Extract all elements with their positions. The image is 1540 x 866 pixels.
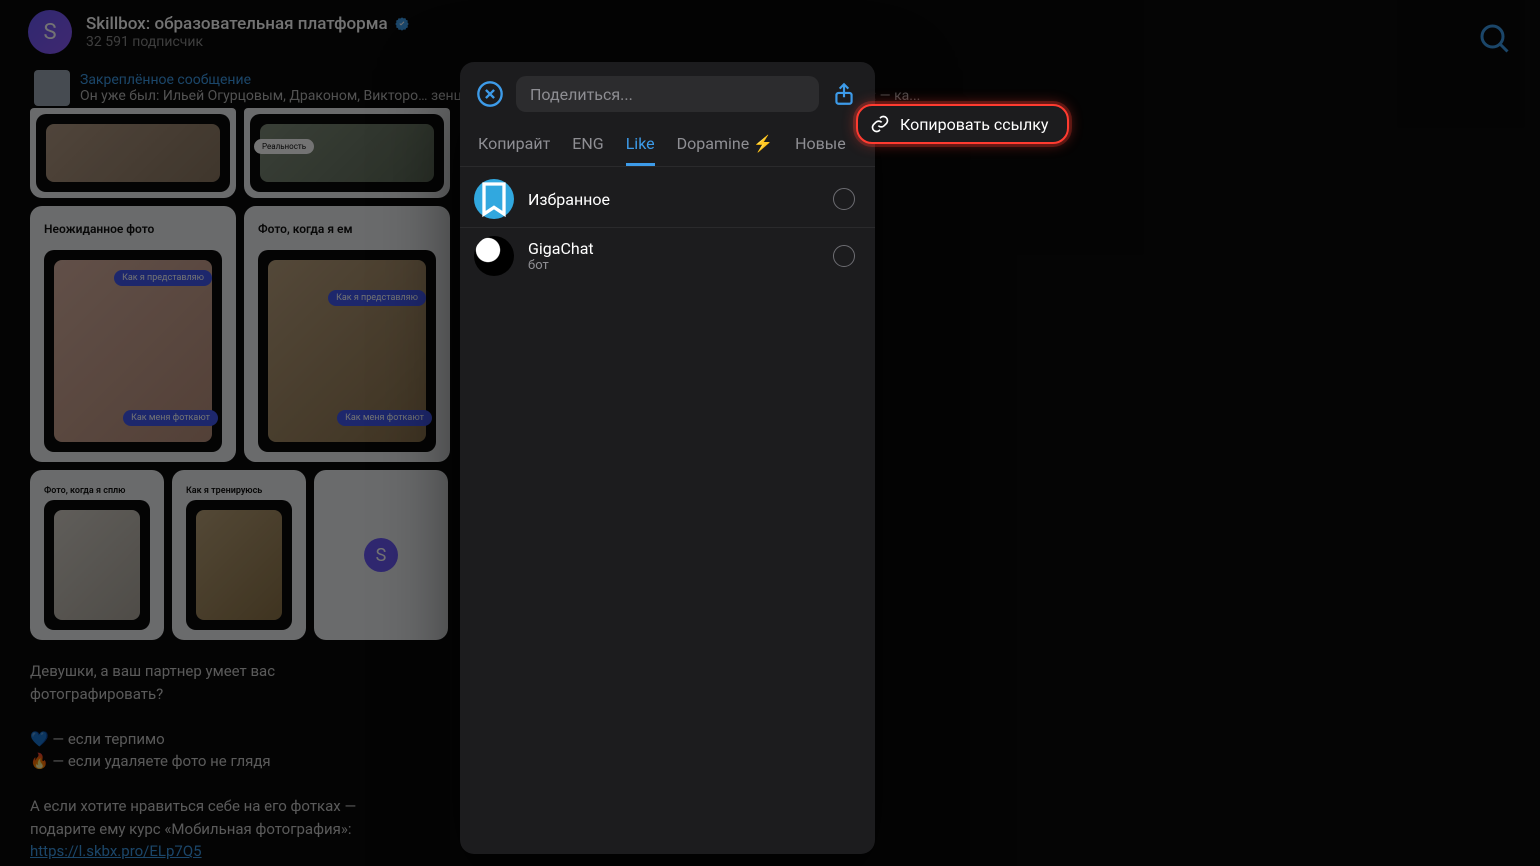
share-target-row[interactable]: GigaChat бот	[460, 228, 875, 284]
radio-unselected[interactable]	[833, 188, 855, 210]
share-tab[interactable]: Dopamine ⚡	[677, 134, 773, 166]
link-icon	[870, 114, 890, 134]
saved-messages-icon	[474, 179, 514, 219]
copy-link-button[interactable]: Копировать ссылку	[856, 104, 1069, 144]
share-tabs: Копирайт ENG Like Dopamine ⚡ Новые	[460, 120, 875, 166]
close-button[interactable]	[476, 80, 504, 108]
share-target-subtitle: бот	[528, 258, 819, 273]
share-target-title: GigaChat	[528, 239, 819, 258]
copy-link-label: Копировать ссылку	[900, 115, 1049, 134]
context-menu: Копировать ссылку	[856, 104, 1069, 144]
bot-avatar	[474, 236, 514, 276]
search-placeholder: Поделиться...	[530, 85, 633, 104]
external-share-button[interactable]	[831, 81, 857, 107]
radio-unselected[interactable]	[833, 245, 855, 267]
share-target-list: Избранное GigaChat бот	[460, 166, 875, 288]
share-tab-active[interactable]: Like	[626, 134, 655, 166]
share-search-input[interactable]: Поделиться...	[516, 76, 819, 112]
share-tab[interactable]: Новые	[795, 134, 846, 166]
share-dialog: Поделиться... Копирайт ENG Like Dopamine…	[460, 62, 875, 854]
share-tab[interactable]: ENG	[572, 134, 603, 166]
share-target-row[interactable]: Избранное	[460, 171, 875, 228]
share-tab[interactable]: Копирайт	[478, 134, 550, 166]
share-target-title: Избранное	[528, 190, 819, 209]
